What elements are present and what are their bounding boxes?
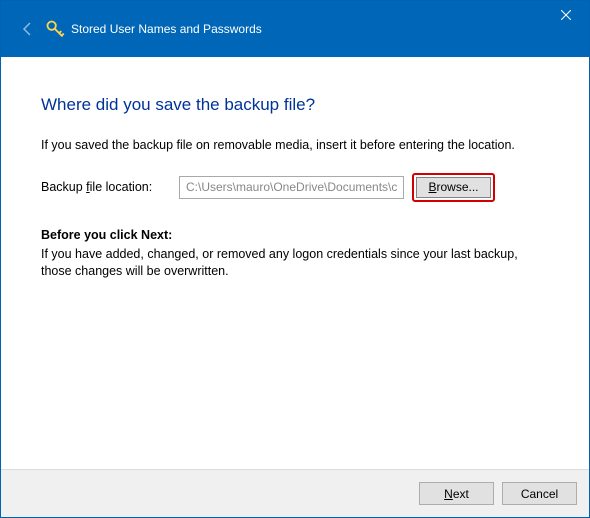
content-area: Where did you save the backup file? If y… bbox=[1, 57, 589, 469]
footer-bar: Next Cancel bbox=[1, 469, 589, 517]
instructions-text: If you saved the backup file on removabl… bbox=[41, 137, 549, 155]
before-next-text: If you have added, changed, or removed a… bbox=[41, 246, 549, 281]
cancel-button[interactable]: Cancel bbox=[502, 482, 577, 505]
close-icon bbox=[561, 10, 571, 20]
backup-location-row: Backup file location: Browse... bbox=[41, 173, 549, 202]
before-next-heading: Before you click Next: bbox=[41, 228, 549, 242]
window-title: Stored User Names and Passwords bbox=[71, 22, 262, 36]
page-heading: Where did you save the backup file? bbox=[41, 95, 549, 115]
key-icon bbox=[45, 19, 65, 39]
back-button bbox=[19, 20, 37, 38]
backup-location-label: Backup file location: bbox=[41, 180, 171, 194]
back-arrow-icon bbox=[20, 21, 36, 37]
browse-highlight: Browse... bbox=[412, 173, 495, 202]
close-button[interactable] bbox=[543, 1, 589, 29]
browse-button[interactable]: Browse... bbox=[416, 177, 491, 198]
titlebar: Stored User Names and Passwords bbox=[1, 1, 589, 57]
backup-location-input[interactable] bbox=[179, 176, 404, 199]
next-button[interactable]: Next bbox=[419, 482, 494, 505]
